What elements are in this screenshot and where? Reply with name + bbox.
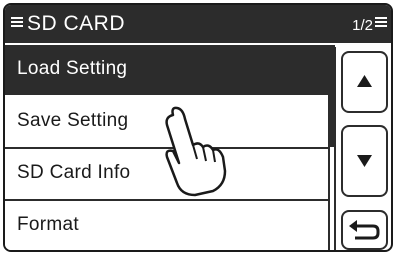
scrollbar-thumb[interactable] [330,47,334,147]
radio-display: SD CARD 1/2 Load Setting Save Setting SD… [3,3,393,252]
title-bar: SD CARD 1/2 [5,5,391,45]
menu-item-label: SD Card Info [17,162,131,183]
menu-item-format[interactable]: Format [5,201,335,250]
pointing-hand-icon [165,106,227,197]
menu-item-label: Load Setting [17,58,128,79]
menu-lines-icon [375,17,387,29]
scroll-up-button[interactable] [341,51,388,113]
menu-item-label: Format [17,214,79,235]
screen-title: SD CARD [27,12,126,35]
up-arrow-icon [357,75,372,87]
menu-item-label: Save Setting [17,110,129,131]
scroll-down-button[interactable] [341,125,388,197]
return-arrow-icon [349,220,380,240]
menu-lines-icon [11,17,23,29]
page-indicator: 1/2 [352,17,373,34]
back-button[interactable] [341,210,388,250]
scrollbar[interactable] [328,47,336,250]
menu-item-load-setting[interactable]: Load Setting [5,45,335,97]
down-arrow-icon [357,155,372,167]
